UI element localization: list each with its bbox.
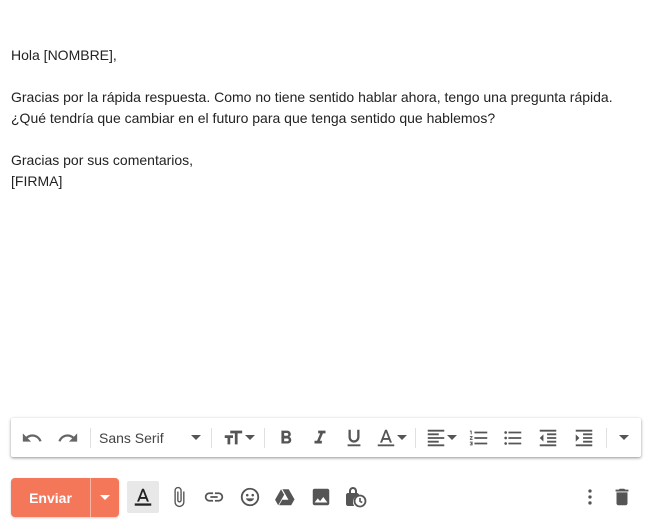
message-body[interactable]: Hola [NOMBRE], Gracias por la rápida res… [11,45,641,192]
link-icon[interactable] [198,481,230,513]
send-button[interactable]: Enviar [11,478,90,517]
trash-icon[interactable] [606,481,638,513]
toolbar-separator [415,427,416,448]
photo-icon[interactable] [305,481,337,513]
chevron-down-icon [100,495,110,500]
toolbar-separator [211,427,212,448]
italic-icon[interactable] [303,418,337,457]
indent-less-icon[interactable] [530,418,566,457]
formatting-toolbar: Sans Serif [11,418,641,457]
bold-icon[interactable] [269,418,303,457]
chevron-down-icon [191,435,201,440]
compose-secondary-actions [574,481,638,513]
underline-icon[interactable] [337,418,371,457]
numbered-list-icon[interactable] [462,418,496,457]
more-formatting-icon[interactable] [611,418,637,457]
greeting-line: Hola [NOMBRE], [11,47,117,63]
chevron-down-icon [244,435,255,440]
toolbar-separator [90,427,91,448]
align-icon[interactable] [420,418,462,457]
closing-line: Gracias por sus comentarios, [11,152,194,168]
chevron-down-icon [397,435,407,440]
send-button-group: Enviar [11,478,119,517]
bulleted-list-icon[interactable] [496,418,530,457]
body-line-1: Gracias por la rápida respuesta. Como no… [11,89,613,105]
body-line-2: ¿Qué tendría que cambiar en el futuro pa… [11,110,496,126]
font-family-label: Sans Serif [99,429,164,446]
text-color-icon[interactable] [371,418,411,457]
schedule-send-dropdown[interactable] [91,478,119,517]
indent-more-icon[interactable] [566,418,602,457]
chevron-down-icon [447,435,457,440]
confidential-mode-icon[interactable] [340,481,372,513]
toolbar-separator [606,427,607,448]
compose-actions [127,481,376,513]
more-options-icon[interactable] [574,481,606,513]
toolbar-separator [264,427,265,448]
formatting-options-icon[interactable] [127,481,159,513]
font-family-select[interactable]: Sans Serif [95,418,201,457]
redo-icon[interactable] [50,418,86,457]
drive-icon[interactable] [269,481,301,513]
chevron-down-icon [619,435,629,440]
emoji-icon[interactable] [234,481,266,513]
undo-icon[interactable] [14,418,50,457]
text-size-icon[interactable] [216,418,260,457]
compose-window: Hola [NOMBRE], Gracias por la rápida res… [0,0,652,532]
attach-icon[interactable] [163,481,195,513]
signature-line: [FIRMA] [11,173,63,189]
